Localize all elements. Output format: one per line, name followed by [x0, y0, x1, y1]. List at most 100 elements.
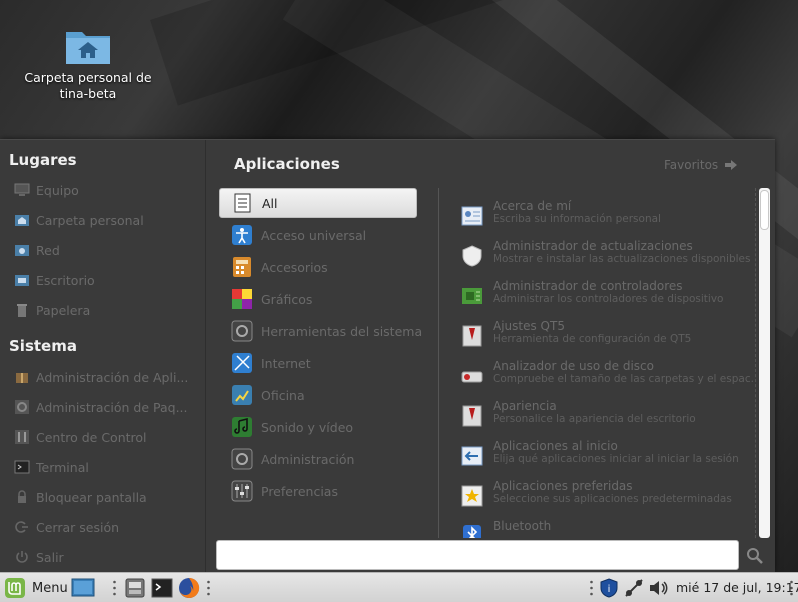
- system-item-label: Centro de Control: [36, 429, 147, 445]
- place-item-carpeta-personal[interactable]: Carpeta personal: [14, 209, 194, 231]
- clock[interactable]: mié 17 de jul, 19:17: [676, 580, 798, 595]
- panel-grip-icon[interactable]: [207, 580, 210, 596]
- place-item-label: Carpeta personal: [36, 212, 144, 228]
- category-administration[interactable]: Administración: [219, 444, 417, 474]
- category-label: Administración: [261, 451, 355, 467]
- all-apps-icon: [234, 193, 251, 213]
- app-item-about-me[interactable]: Acerca de mí Escriba su información pers…: [460, 200, 758, 236]
- office-icon: [232, 385, 252, 405]
- app-item-driver-manager[interactable]: Administrador de controladores Administr…: [460, 280, 758, 316]
- app-description: Seleccione sus aplicaciones predetermina…: [493, 493, 732, 505]
- system-item-lock-screen[interactable]: Bloquear pantalla: [14, 486, 194, 508]
- search-icon[interactable]: [745, 546, 765, 566]
- category-label: Internet: [261, 355, 311, 371]
- app-item-qt5-settings[interactable]: Ajustes QT5 Herramienta de configuración…: [460, 320, 758, 356]
- system-item-quit[interactable]: Salir: [14, 546, 194, 568]
- favorites-button[interactable]: Favoritos: [664, 158, 738, 172]
- system-item-label: Cerrar sesión: [36, 519, 120, 535]
- category-accessibility[interactable]: Acceso universal: [219, 220, 417, 250]
- internet-icon: [232, 353, 252, 373]
- control-center-icon: [14, 429, 30, 445]
- category-label: Oficina: [261, 387, 305, 403]
- file-manager-icon[interactable]: [124, 577, 146, 599]
- category-graphics[interactable]: Gráficos: [219, 284, 417, 314]
- app-name: Analizador de uso de disco: [493, 360, 654, 373]
- accessories-icon: [233, 257, 251, 277]
- app-item-bluetooth[interactable]: Bluetooth: [460, 520, 758, 538]
- home-folder-icon: [66, 32, 110, 64]
- app-item-preferred-applications[interactable]: Aplicaciones preferidas Seleccione sus a…: [460, 480, 758, 516]
- category-label: All: [262, 195, 278, 211]
- application-list: Acerca de mí Escriba su información pers…: [460, 200, 760, 538]
- panel-grip-icon[interactable]: [590, 580, 593, 596]
- app-description: Herramienta de configuración de QT5: [493, 333, 692, 345]
- package-icon: [14, 369, 30, 385]
- category-all[interactable]: All: [219, 188, 417, 218]
- category-label: Accesorios: [261, 259, 328, 275]
- menu-button[interactable]: Menu: [4, 576, 68, 600]
- appearance-icon: [462, 405, 482, 427]
- network-folder-icon: [14, 242, 30, 258]
- taskbar: Menu i mié 17 de jul, 19:17: [0, 572, 798, 602]
- system-item-label: Administración de Paq...: [36, 399, 188, 415]
- app-name: Acerca de mí: [493, 200, 572, 213]
- system-item-control-center[interactable]: Centro de Control: [14, 426, 194, 448]
- bluetooth-icon: [463, 525, 481, 538]
- place-item-label: Red: [36, 242, 60, 258]
- category-multimedia[interactable]: Sonido y vídeo: [219, 412, 417, 442]
- place-item-equipo[interactable]: Equipo: [14, 179, 194, 201]
- update-shield-icon[interactable]: i: [598, 577, 620, 599]
- place-item-escritorio[interactable]: Escritorio: [14, 269, 194, 291]
- category-office[interactable]: Oficina: [219, 380, 417, 410]
- search-input[interactable]: [216, 540, 739, 570]
- category-preferences[interactable]: Preferencias: [219, 476, 417, 506]
- system-item-package-manager[interactable]: Administración de Paq...: [14, 396, 194, 418]
- scrollbar-thumb[interactable]: [760, 190, 769, 230]
- list-divider: [755, 188, 756, 538]
- disk-usage-icon: [461, 371, 483, 383]
- app-item-startup-applications[interactable]: Aplicaciones al inicio Elija qué aplicac…: [460, 440, 758, 476]
- category-internet[interactable]: Internet: [219, 348, 417, 378]
- app-item-update-manager[interactable]: Administrador de actualizaciones Mostrar…: [460, 240, 758, 276]
- app-item-appearance[interactable]: Apariencia Personalice la apariencia del…: [460, 400, 758, 436]
- application-menu: Lugares Equipo Carpeta personal Red Escr…: [0, 139, 775, 573]
- system-item-software-manager[interactable]: Administración de Apli...: [14, 366, 194, 388]
- shield-icon: [462, 245, 482, 267]
- startup-apps-icon: [461, 446, 483, 466]
- volume-icon[interactable]: [647, 577, 669, 599]
- home-folder-desktop-icon[interactable]: Carpeta personal de tina-beta: [22, 26, 154, 102]
- home-folder-icon: [14, 212, 30, 228]
- home-folder-label-line2: tina-beta: [59, 86, 117, 101]
- home-folder-label-line1: Carpeta personal de: [24, 70, 152, 85]
- linux-mint-logo-icon: [5, 578, 25, 598]
- category-accessories[interactable]: Accesorios: [219, 252, 417, 282]
- app-item-disk-usage-analyzer[interactable]: Analizador de uso de disco Compruebe el …: [460, 360, 758, 396]
- category-system-tools[interactable]: Herramientas del sistema: [219, 316, 422, 346]
- driver-icon: [462, 288, 482, 304]
- app-description: Administrar los controladores de disposi…: [493, 293, 724, 305]
- network-icon[interactable]: [623, 577, 645, 599]
- place-item-papelera[interactable]: Papelera: [14, 299, 194, 321]
- place-item-label: Papelera: [36, 302, 91, 318]
- app-description: Escriba su información personal: [493, 213, 661, 225]
- applications-title: Aplicaciones: [234, 155, 340, 173]
- category-label: Herramientas del sistema: [261, 323, 423, 339]
- computer-icon: [14, 182, 30, 198]
- column-divider: [438, 188, 439, 538]
- system-item-logout[interactable]: Cerrar sesión: [14, 516, 194, 538]
- trash-icon: [14, 302, 30, 318]
- app-list-scrollbar[interactable]: [759, 188, 770, 538]
- category-label: Gráficos: [261, 291, 313, 307]
- panel-grip-icon[interactable]: [113, 580, 116, 596]
- system-item-label: Bloquear pantalla: [36, 489, 147, 505]
- panel-grip-icon[interactable]: [790, 580, 793, 596]
- show-desktop-icon[interactable]: [71, 577, 95, 599]
- terminal-icon[interactable]: [151, 577, 173, 599]
- system-item-label: Salir: [36, 549, 64, 565]
- firefox-icon[interactable]: [178, 577, 200, 599]
- place-item-red[interactable]: Red: [14, 239, 194, 261]
- logout-icon: [14, 519, 30, 535]
- app-name: Bluetooth: [493, 520, 552, 533]
- package-manager-icon: [14, 399, 30, 415]
- system-item-terminal[interactable]: Terminal: [14, 456, 194, 478]
